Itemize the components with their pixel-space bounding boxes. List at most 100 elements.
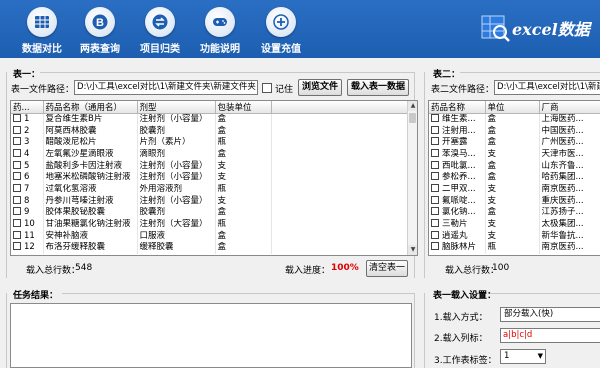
data-compare-button[interactable]: 数据对比 <box>11 0 73 58</box>
remember-checkbox[interactable] <box>262 83 272 93</box>
table1-row[interactable]: 6 地塞米松磷酸钠注射液 注射剂（小容量）支 <box>11 171 408 184</box>
table1-filler-cell <box>271 218 408 231</box>
table1-row[interactable]: 11 安神补脑液 口服液盒 <box>11 230 408 243</box>
row-checkbox[interactable] <box>13 207 21 216</box>
row-checkbox[interactable] <box>431 242 439 251</box>
row-checkbox[interactable] <box>431 195 439 204</box>
table1-header-row: 药... 药品名称（通用名） 剂型 包装单位 <box>11 101 408 114</box>
load-table1-button[interactable]: 载入表一数据 <box>347 79 409 96</box>
table1-row[interactable]: 5 盐酸利多卡因注射液 注射剂（小容量）支 <box>11 160 408 172</box>
table2-row[interactable]: 苯溴马... 支天津市医... <box>429 148 600 161</box>
table1-grid: 药... 药品名称（通用名） 剂型 包装单位 1 复合维生素B片 注射剂（小容量）盒… <box>10 100 418 256</box>
row-checkbox[interactable] <box>13 195 21 204</box>
clear-table1-button[interactable]: 清空表一 <box>366 260 408 277</box>
table2-cell: 参松养... <box>429 171 486 184</box>
table1-row[interactable]: 1 复合维生素B片 注射剂（小容量）盒 <box>11 113 408 126</box>
row-checkbox[interactable] <box>431 137 439 146</box>
row-checkbox[interactable] <box>431 148 439 157</box>
table2-cell: 中国医药... <box>539 125 600 137</box>
table1-row[interactable]: 4 左氧氟沙星滴眼液 滴眼剂盒 <box>11 148 408 161</box>
scroll-down-icon[interactable]: ▼ <box>408 245 417 255</box>
remember-label: 记住 <box>275 85 294 95</box>
two-table-query-button[interactable]: B 两表查询 <box>69 0 131 58</box>
item-classify-button[interactable]: 项目归类 <box>129 0 191 58</box>
table1-row[interactable]: 12 布洛芬缓释胶囊 缓释胶囊盒 <box>11 242 408 254</box>
table2-row[interactable]: 西吡氯... 盒山东齐鲁... <box>429 160 600 172</box>
function-help-button[interactable]: 功能说明 <box>189 0 251 58</box>
settings-group-border <box>490 293 600 294</box>
table2-col-header[interactable]: 厂商 <box>539 101 600 114</box>
table1-cell: 片剂（素片） <box>137 136 216 149</box>
row-checkbox[interactable] <box>13 125 21 134</box>
table1-filler-cell <box>271 160 408 172</box>
drug-name: 三勒片 <box>442 219 468 230</box>
table1-cell: 醋酸泼尼松片 <box>43 136 138 149</box>
row-checkbox[interactable] <box>13 148 21 157</box>
table2-row[interactable]: 脑脉林片瓶南京医药... <box>429 242 600 254</box>
table2-cell: 支 <box>485 218 540 231</box>
table2-row[interactable]: 逍遥丸 支新华鲁抗... <box>429 230 600 243</box>
settings-group-border-left <box>424 293 425 368</box>
settings-recharge-button[interactable]: 设置充值 <box>250 0 312 58</box>
row-checkbox[interactable] <box>431 207 439 216</box>
progress-value: 100% <box>331 263 359 273</box>
row-checkbox[interactable] <box>431 183 439 192</box>
load-mode-select[interactable]: 部分载入(快) <box>500 307 600 322</box>
table1-col-header[interactable]: 剂型 <box>137 101 216 114</box>
table1-row[interactable]: 3 醋酸泼尼松片 片剂（素片）瓶 <box>11 136 408 149</box>
row-checkbox[interactable] <box>13 160 21 169</box>
table2-row[interactable]: 注射用... 盒中国医药... <box>429 125 600 137</box>
row-checkbox[interactable] <box>13 114 21 123</box>
row-checkbox[interactable] <box>13 183 21 192</box>
row-checkbox[interactable] <box>431 114 439 123</box>
scroll-thumb[interactable] <box>409 113 416 123</box>
sheet-tab-select[interactable]: 1 ▼ <box>500 349 546 364</box>
table1-col-header[interactable]: 药... <box>11 101 44 114</box>
row-checkbox[interactable] <box>13 172 21 181</box>
table2-row[interactable]: 氟哌啶... 支重庆医药... <box>429 195 600 207</box>
scroll-up-icon[interactable]: ▲ <box>408 101 417 111</box>
table1-cell: 盒 <box>215 125 272 137</box>
row-checkbox[interactable] <box>431 125 439 134</box>
table1-row[interactable]: 8 丹参川芎嗪注射液 注射剂（小容量）支 <box>11 195 408 207</box>
table1-row[interactable]: 2 阿莫西林胶囊 胶囊剂盒 <box>11 125 408 137</box>
table1-cell: 布洛芬缓释胶囊 <box>43 242 138 254</box>
table2-col-header[interactable]: 单位 <box>485 101 540 114</box>
load-columns-input[interactable]: a|b|c|d <box>500 328 600 343</box>
table1-cell: 胶体果胶铋胶囊 <box>43 207 138 219</box>
table1-path-input[interactable]: D:\小工具\excel对比\1\新建文件夹\新建文件夹 <box>74 80 258 95</box>
row-checkbox[interactable] <box>431 160 439 169</box>
row-checkbox[interactable] <box>431 172 439 181</box>
table1-col-header[interactable]: 药品名称（通用名） <box>43 101 138 114</box>
table1-cell: 盒 <box>215 113 272 126</box>
row-checkbox[interactable] <box>13 219 21 228</box>
row-checkbox[interactable] <box>13 242 21 251</box>
row-checkbox[interactable] <box>13 230 21 239</box>
table1-row[interactable]: 7 过氧化氢溶液 外用溶液剂瓶 <box>11 183 408 196</box>
browse-file-button[interactable]: 浏览文件 <box>298 79 342 96</box>
table2-row[interactable]: 二甲双... 支南京医药... <box>429 183 600 196</box>
table2-path-input[interactable]: D:\小工具\excel对比\1\新建文件夹 <box>494 80 600 95</box>
row-checkbox[interactable] <box>431 230 439 239</box>
table2-row[interactable]: 维生素... 盒上海医药... <box>429 113 600 126</box>
row-checkbox[interactable] <box>13 137 21 146</box>
table2-row[interactable]: 氯化钠... 盒江苏扬子... <box>429 207 600 219</box>
row-checkbox[interactable] <box>431 219 439 228</box>
table1-col-header[interactable]: 包装单位 <box>215 101 272 114</box>
table2-row[interactable]: 三勒片 支太极集团... <box>429 218 600 231</box>
sheet-tab-label: 3.工作表标签： <box>434 356 497 366</box>
table1-row[interactable]: 9 胶体果胶铋胶囊 胶囊剂盒 <box>11 207 408 219</box>
table1-row-number-cell: 5 <box>11 160 44 172</box>
table2-row[interactable]: 开塞露 盒广州医药... <box>429 136 600 149</box>
drug-name: 二甲双... <box>442 183 476 194</box>
table2-col-header[interactable]: 药品名称 <box>429 101 486 114</box>
table2-cell: 维生素... <box>429 113 486 126</box>
table1-row[interactable]: 10 甘油果糖氯化钠注射液 注射剂（大容量）瓶 <box>11 218 408 231</box>
table1-cell: 胶囊剂 <box>137 125 216 137</box>
letter-b-icon: B <box>85 7 115 37</box>
task-results-textarea[interactable] <box>10 303 412 368</box>
table2-cell: 开塞露 <box>429 136 486 149</box>
table1-filler-cell <box>271 230 408 243</box>
table1-vertical-scrollbar[interactable]: ▲ ▼ <box>407 101 417 255</box>
table2-row[interactable]: 参松养... 盒哈药集团... <box>429 171 600 184</box>
